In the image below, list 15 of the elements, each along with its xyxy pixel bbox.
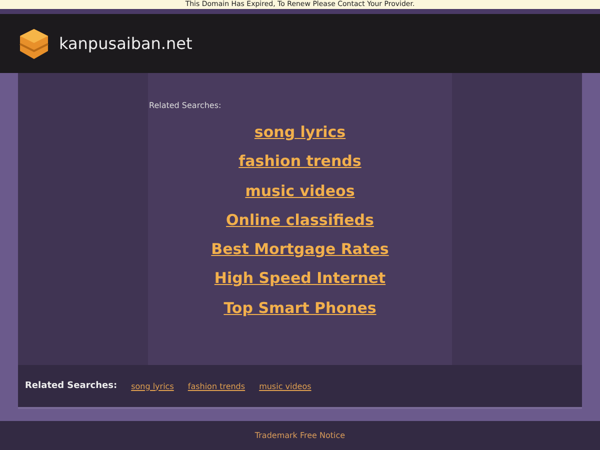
- search-link[interactable]: song lyrics: [131, 382, 174, 390]
- search-link[interactable]: High Speed Internet: [214, 264, 386, 294]
- related-searches-label: Related Searches:: [25, 381, 118, 391]
- search-link[interactable]: Online classifieds: [226, 206, 374, 236]
- search-link[interactable]: fashion trends: [188, 382, 246, 390]
- cube-logo-icon: [18, 26, 50, 60]
- search-link[interactable]: song lyrics: [254, 118, 346, 148]
- trademark-notice-link[interactable]: Trademark Free Notice: [254, 431, 346, 440]
- related-searches-heading: Related Searches:: [149, 101, 222, 110]
- search-link[interactable]: Best Mortgage Rates: [211, 235, 389, 264]
- search-link[interactable]: music videos: [259, 382, 312, 390]
- search-link[interactable]: fashion trends: [238, 147, 362, 177]
- site-name: kanpusaiban.net: [59, 34, 192, 53]
- search-link[interactable]: Top Smart Phones: [224, 294, 376, 324]
- search-link[interactable]: music videos: [245, 176, 355, 206]
